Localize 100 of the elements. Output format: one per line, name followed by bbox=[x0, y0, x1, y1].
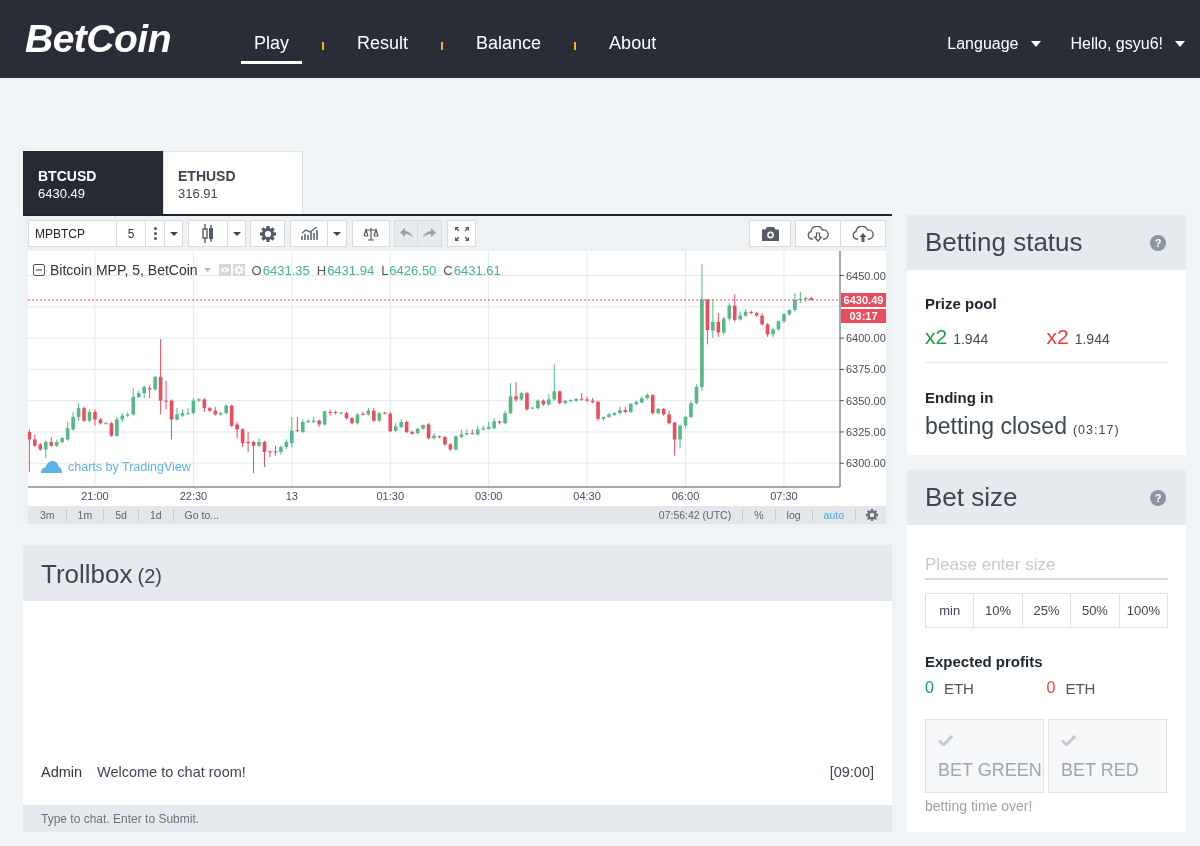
series-title: Bitcoin MPP, 5, BetCoin bbox=[50, 262, 198, 278]
preset-button[interactable]: 50% bbox=[1071, 593, 1120, 628]
interval-button[interactable]: 5 bbox=[117, 220, 146, 247]
axis-label: 06:00 bbox=[671, 490, 700, 502]
settings-icon bbox=[259, 225, 276, 242]
caret-icon bbox=[1030, 41, 1041, 47]
scale-option[interactable]: % bbox=[742, 509, 775, 521]
more-button[interactable] bbox=[146, 220, 165, 247]
fullscreen-icon bbox=[454, 226, 469, 241]
user-menu[interactable]: Hello, gsyu6! bbox=[1070, 29, 1185, 59]
camera-icon bbox=[761, 226, 779, 241]
dropdown-button[interactable] bbox=[165, 220, 183, 247]
currency-label: ETH bbox=[943, 679, 974, 697]
candlestick-icon bbox=[202, 224, 214, 243]
check-icon bbox=[1061, 734, 1076, 746]
axis-label: 01:30 bbox=[376, 490, 404, 502]
redo-icon bbox=[423, 228, 436, 239]
axis-label: 6325.00 bbox=[846, 425, 886, 438]
nav-link[interactable]: About bbox=[596, 27, 670, 64]
axis-label: 6300.00 bbox=[846, 457, 886, 470]
profit-amount: 0 bbox=[925, 679, 934, 697]
clock-text: 07:56:42 (UTC) bbox=[658, 509, 733, 521]
nav-link[interactable]: Balance bbox=[463, 27, 555, 64]
market-tab[interactable]: BTCUSD 6430.49 bbox=[23, 151, 163, 214]
multiplier-text: x2 bbox=[1046, 325, 1069, 349]
caret-icon bbox=[169, 231, 178, 236]
size-input[interactable]: Please enter size bbox=[925, 552, 1168, 580]
ohlc-value: H 6431.94 bbox=[316, 262, 375, 278]
user-count: (2) bbox=[137, 565, 162, 588]
axis-label: 13 bbox=[285, 490, 298, 502]
language-menu[interactable]: Language bbox=[947, 29, 1041, 59]
market-tab[interactable]: ETHUSD 316.91 bbox=[163, 151, 303, 214]
go-to-button[interactable]: Go to... bbox=[172, 509, 230, 521]
status-text: betting closed bbox=[925, 413, 1067, 440]
settings-icon bbox=[866, 509, 878, 521]
caret-icon bbox=[1175, 41, 1185, 47]
message-time: [09:00] bbox=[829, 763, 874, 781]
load-button[interactable] bbox=[795, 220, 841, 247]
message-text: Welcome to chat room! bbox=[97, 763, 246, 781]
profit-amount: 0 bbox=[1046, 679, 1056, 697]
status-note: betting time over! bbox=[925, 798, 1034, 814]
axis-label: 07:30 bbox=[770, 490, 798, 502]
cloud-icon bbox=[41, 461, 62, 473]
caret-icon bbox=[333, 231, 341, 236]
range-button[interactable]: 5d bbox=[103, 509, 138, 521]
axis-label: 6350.00 bbox=[846, 394, 886, 407]
cloud-upload-icon bbox=[852, 225, 874, 242]
message-author: Admin bbox=[41, 763, 84, 781]
preset-button[interactable]: 10% bbox=[974, 593, 1023, 628]
dropdown-button[interactable] bbox=[228, 220, 246, 247]
symbol-field[interactable]: MPBTCP bbox=[28, 220, 117, 247]
axis-label: 6450.00 bbox=[846, 269, 886, 282]
panel-title: Bet size bbox=[925, 482, 1018, 513]
nav-link[interactable]: Play bbox=[241, 27, 302, 64]
section-label: Ending in bbox=[925, 389, 995, 407]
countdown-text: (03:17) bbox=[1072, 423, 1120, 437]
panel-title: Trollbox bbox=[41, 559, 133, 590]
range-button[interactable]: 1m bbox=[65, 509, 104, 521]
more-icon bbox=[153, 227, 157, 240]
axis-label: 04:30 bbox=[573, 490, 601, 502]
indicators-button[interactable] bbox=[290, 220, 328, 247]
section-label: Prize pool bbox=[925, 295, 998, 313]
compare-button[interactable] bbox=[352, 220, 390, 247]
logo[interactable]: BetCoin bbox=[25, 0, 241, 78]
caret-icon bbox=[232, 231, 241, 236]
multiplier-text: x2 bbox=[925, 325, 948, 349]
collapse-icon[interactable] bbox=[33, 264, 45, 276]
preset-button[interactable]: 25% bbox=[1022, 593, 1072, 628]
chat-input[interactable]: Type to chat. Enter to Submit. bbox=[23, 805, 892, 832]
settings-button[interactable] bbox=[250, 220, 285, 247]
section-label: Expected profits bbox=[925, 653, 1044, 671]
ohlc-value: C6431.61 bbox=[443, 262, 501, 278]
pool-amount: 1.944 bbox=[953, 331, 989, 347]
pool-amount: 1.944 bbox=[1074, 331, 1110, 347]
preset-button[interactable]: 100% bbox=[1119, 593, 1169, 628]
axis-label: 6400.00 bbox=[846, 332, 886, 345]
range-button[interactable]: 3m bbox=[29, 509, 66, 521]
scale-option[interactable]: log bbox=[774, 509, 812, 521]
preset-button[interactable]: min bbox=[925, 593, 975, 628]
dropdown-button[interactable] bbox=[328, 220, 347, 247]
undo-icon bbox=[399, 228, 413, 239]
snapshot-button[interactable] bbox=[749, 220, 791, 247]
axis-label: 6375.00 bbox=[846, 363, 886, 376]
cloud-download-icon bbox=[807, 225, 829, 242]
scale-icon bbox=[363, 226, 379, 241]
check-icon bbox=[938, 734, 953, 746]
axis-label: 21:00 bbox=[81, 490, 109, 502]
fullscreen-button[interactable] bbox=[447, 220, 476, 247]
chart-style-button[interactable] bbox=[188, 220, 228, 247]
bar-chart-icon bbox=[300, 227, 318, 240]
axis-label: 03:00 bbox=[474, 490, 503, 502]
countdown-label: 03:17 bbox=[841, 308, 886, 323]
axis-label: 22:30 bbox=[179, 490, 208, 502]
save-button[interactable] bbox=[841, 220, 886, 247]
currency-label: ETH bbox=[1065, 679, 1096, 697]
price-label: 6430.49 bbox=[841, 292, 886, 307]
range-button[interactable]: 1d bbox=[137, 509, 173, 521]
panel-title: Betting status bbox=[925, 227, 1083, 258]
nav-link[interactable]: Result bbox=[344, 27, 422, 64]
ohlc-value: L6426.50 bbox=[381, 262, 437, 278]
